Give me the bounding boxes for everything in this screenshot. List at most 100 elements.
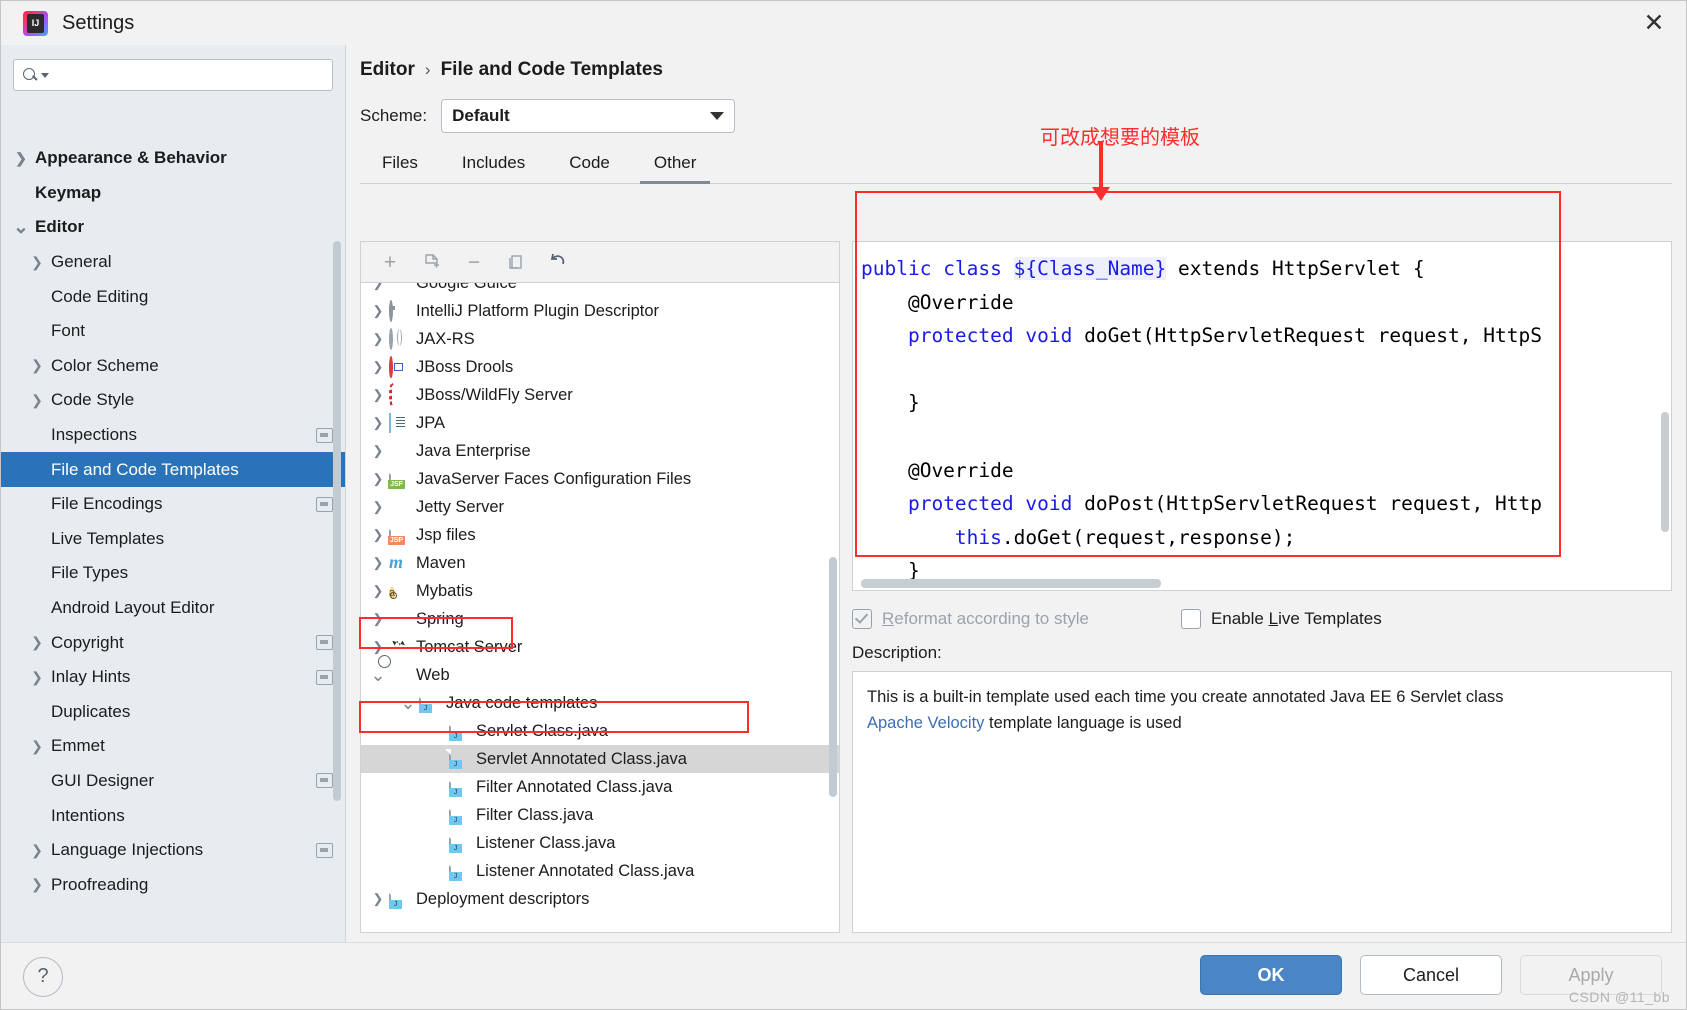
sidebar-item-gui-designer[interactable]: GUI Designer bbox=[1, 764, 345, 799]
editor-horizontal-scrollbar-thumb[interactable] bbox=[861, 579, 1161, 588]
chevron-right-icon[interactable]: ❯ bbox=[29, 357, 45, 374]
template-tree-item[interactable]: ❯ Java Enterprise bbox=[361, 437, 839, 465]
template-tree-item[interactable]: ⌄ Web bbox=[361, 661, 839, 689]
chevron-right-icon[interactable]: ❯ bbox=[29, 392, 45, 409]
sidebar-item-code-style[interactable]: ❯ Code Style bbox=[1, 383, 345, 418]
template-code-text[interactable]: public class ${Class_Name} extends HttpS… bbox=[853, 242, 1671, 588]
undo-icon[interactable] bbox=[547, 251, 569, 273]
chevron-right-icon[interactable]: ❯ bbox=[367, 611, 389, 627]
cancel-button[interactable]: Cancel bbox=[1360, 955, 1502, 995]
template-tree-item[interactable]: ❯ Jetty Server bbox=[361, 493, 839, 521]
search-caret-icon[interactable] bbox=[41, 72, 49, 78]
sidebar-item-emmet[interactable]: ❯ Emmet bbox=[1, 729, 345, 764]
chevron-down-icon[interactable]: ⌄ bbox=[367, 665, 389, 686]
sidebar-item-language-injections[interactable]: ❯ Language Injections bbox=[1, 833, 345, 868]
java-file-icon: J bbox=[449, 776, 468, 797]
sidebar-item-proofreading[interactable]: ❯ Proofreading bbox=[1, 867, 345, 902]
template-tree-item[interactable]: ❯ Spring bbox=[361, 605, 839, 633]
sidebar-item-code-editing[interactable]: Code Editing bbox=[1, 279, 345, 314]
template-tree-item[interactable]: ❯ Google Guice bbox=[361, 283, 839, 297]
chevron-right-icon[interactable]: ❯ bbox=[367, 331, 389, 347]
sidebar-item-inspections[interactable]: Inspections bbox=[1, 418, 345, 453]
chevron-right-icon[interactable]: ❯ bbox=[367, 283, 389, 291]
sidebar-item-live-templates[interactable]: Live Templates bbox=[1, 522, 345, 557]
scheme-dropdown[interactable]: Default bbox=[441, 99, 736, 133]
tab-includes[interactable]: Includes bbox=[440, 147, 547, 183]
template-tree-item[interactable]: J Listener Class.java bbox=[361, 829, 839, 857]
sidebar-item-android-layout-editor[interactable]: Android Layout Editor bbox=[1, 591, 345, 626]
tab-files[interactable]: Files bbox=[360, 147, 440, 183]
template-tree-item[interactable]: ❯ Tomcat Server bbox=[361, 633, 839, 661]
template-tree-item[interactable]: J Filter Class.java bbox=[361, 801, 839, 829]
plus-icon[interactable]: + bbox=[379, 251, 401, 273]
sidebar-scrollbar-track[interactable] bbox=[333, 141, 343, 943]
template-tree-item[interactable]: ❯ JPA bbox=[361, 409, 839, 437]
sidebar-item-inlay-hints[interactable]: ❯ Inlay Hints bbox=[1, 660, 345, 695]
chevron-right-icon[interactable]: ❯ bbox=[367, 555, 389, 571]
tab-other[interactable]: Other bbox=[632, 147, 719, 184]
template-tree-item[interactable]: ❯ JBoss Drools bbox=[361, 353, 839, 381]
chevron-right-icon[interactable]: ❯ bbox=[29, 738, 45, 755]
sidebar-item-copyright[interactable]: ❯ Copyright bbox=[1, 625, 345, 660]
template-tree-item[interactable]: J Listener Annotated Class.java bbox=[361, 857, 839, 885]
apache-velocity-link[interactable]: Apache Velocity bbox=[867, 714, 984, 732]
sidebar-item-editor[interactable]: ⌄ Editor bbox=[1, 210, 345, 245]
copy-template-icon[interactable] bbox=[421, 251, 443, 273]
template-tree-item[interactable]: J Servlet Annotated Class.java bbox=[361, 745, 839, 773]
template-list[interactable]: ❯ Google Guice ❯ IntelliJ Platform Plugin D… bbox=[360, 282, 840, 933]
chevron-right-icon[interactable]: ❯ bbox=[29, 876, 45, 893]
google-guice-icon bbox=[389, 283, 408, 293]
sidebar-item-font[interactable]: Font bbox=[1, 314, 345, 349]
template-list-scrollbar-thumb[interactable] bbox=[829, 557, 837, 797]
sidebar-item-general[interactable]: ❯ General bbox=[1, 245, 345, 280]
enable-live-templates-checkbox[interactable] bbox=[1180, 609, 1201, 629]
template-tree-item[interactable]: ❯ IntelliJ Platform Plugin Descriptor bbox=[361, 297, 839, 325]
chevron-right-icon[interactable]: ❯ bbox=[367, 387, 389, 403]
template-tree-item[interactable]: ❯ a Mybatis bbox=[361, 577, 839, 605]
sidebar-item-duplicates[interactable]: Duplicates bbox=[1, 695, 345, 730]
chevron-right-icon[interactable]: ❯ bbox=[367, 499, 389, 515]
sidebar-item-file-types[interactable]: File Types bbox=[1, 556, 345, 591]
chevron-right-icon[interactable]: ❯ bbox=[29, 634, 45, 651]
sidebar-item-color-scheme[interactable]: ❯ Color Scheme bbox=[1, 349, 345, 384]
sidebar-item-file-and-code-templates[interactable]: File and Code Templates bbox=[1, 452, 345, 487]
duplicate-icon[interactable] bbox=[505, 251, 527, 273]
reformat-checkbox[interactable] bbox=[852, 609, 872, 629]
help-icon[interactable]: ? bbox=[23, 957, 63, 997]
template-tree-item[interactable]: ❯ JAX-RS bbox=[361, 325, 839, 353]
chevron-right-icon[interactable]: ❯ bbox=[13, 150, 29, 167]
chevron-right-icon[interactable]: ❯ bbox=[367, 303, 389, 319]
chevron-right-icon[interactable]: ❯ bbox=[29, 254, 45, 271]
template-tree-item[interactable]: J Filter Annotated Class.java bbox=[361, 773, 839, 801]
minus-icon[interactable]: − bbox=[463, 251, 485, 273]
chevron-right-icon[interactable]: ❯ bbox=[367, 415, 389, 431]
chevron-down-icon[interactable]: ⌄ bbox=[13, 216, 29, 239]
sidebar-item-appearance-behavior[interactable]: ❯ Appearance & Behavior bbox=[1, 141, 345, 176]
template-tree-item[interactable]: ⌄ J Java code templates bbox=[361, 689, 839, 717]
tab-code[interactable]: Code bbox=[547, 147, 632, 183]
search-input[interactable] bbox=[49, 65, 324, 85]
template-tree-item[interactable]: ❯ J Deployment descriptors bbox=[361, 885, 839, 913]
sidebar-scrollbar-thumb[interactable] bbox=[333, 241, 341, 801]
search-box[interactable] bbox=[13, 59, 333, 91]
ok-button[interactable]: OK bbox=[1200, 955, 1342, 995]
sidebar-item-file-encodings[interactable]: File Encodings bbox=[1, 487, 345, 522]
chevron-right-icon[interactable]: ❯ bbox=[367, 639, 389, 655]
sidebar-item-intentions[interactable]: Intentions bbox=[1, 798, 345, 833]
chevron-right-icon[interactable]: ❯ bbox=[29, 842, 45, 859]
chevron-right-icon[interactable]: ❯ bbox=[29, 669, 45, 686]
chevron-right-icon[interactable]: ❯ bbox=[367, 359, 389, 375]
editor-vertical-scrollbar-thumb[interactable] bbox=[1661, 412, 1669, 532]
chevron-right-icon[interactable]: ❯ bbox=[367, 583, 389, 599]
template-tree-item[interactable]: ❯ JBoss/WildFly Server bbox=[361, 381, 839, 409]
breadcrumb-parent[interactable]: Editor bbox=[360, 59, 415, 81]
close-icon[interactable]: ✕ bbox=[1634, 7, 1674, 39]
chevron-right-icon[interactable]: ❯ bbox=[367, 443, 389, 459]
template-tree-item[interactable]: ❯ m Maven bbox=[361, 549, 839, 577]
template-tree-item[interactable]: ❯ JSF JavaServer Faces Configuration Files bbox=[361, 465, 839, 493]
sidebar-item-keymap[interactable]: Keymap bbox=[1, 176, 345, 211]
template-tree-item[interactable]: ❯ JSP Jsp files bbox=[361, 521, 839, 549]
template-code-editor[interactable]: public class ${Class_Name} extends HttpS… bbox=[852, 241, 1672, 591]
template-tree-item[interactable]: J Servlet Class.java bbox=[361, 717, 839, 745]
intellij-idea-logo-icon bbox=[23, 10, 48, 36]
